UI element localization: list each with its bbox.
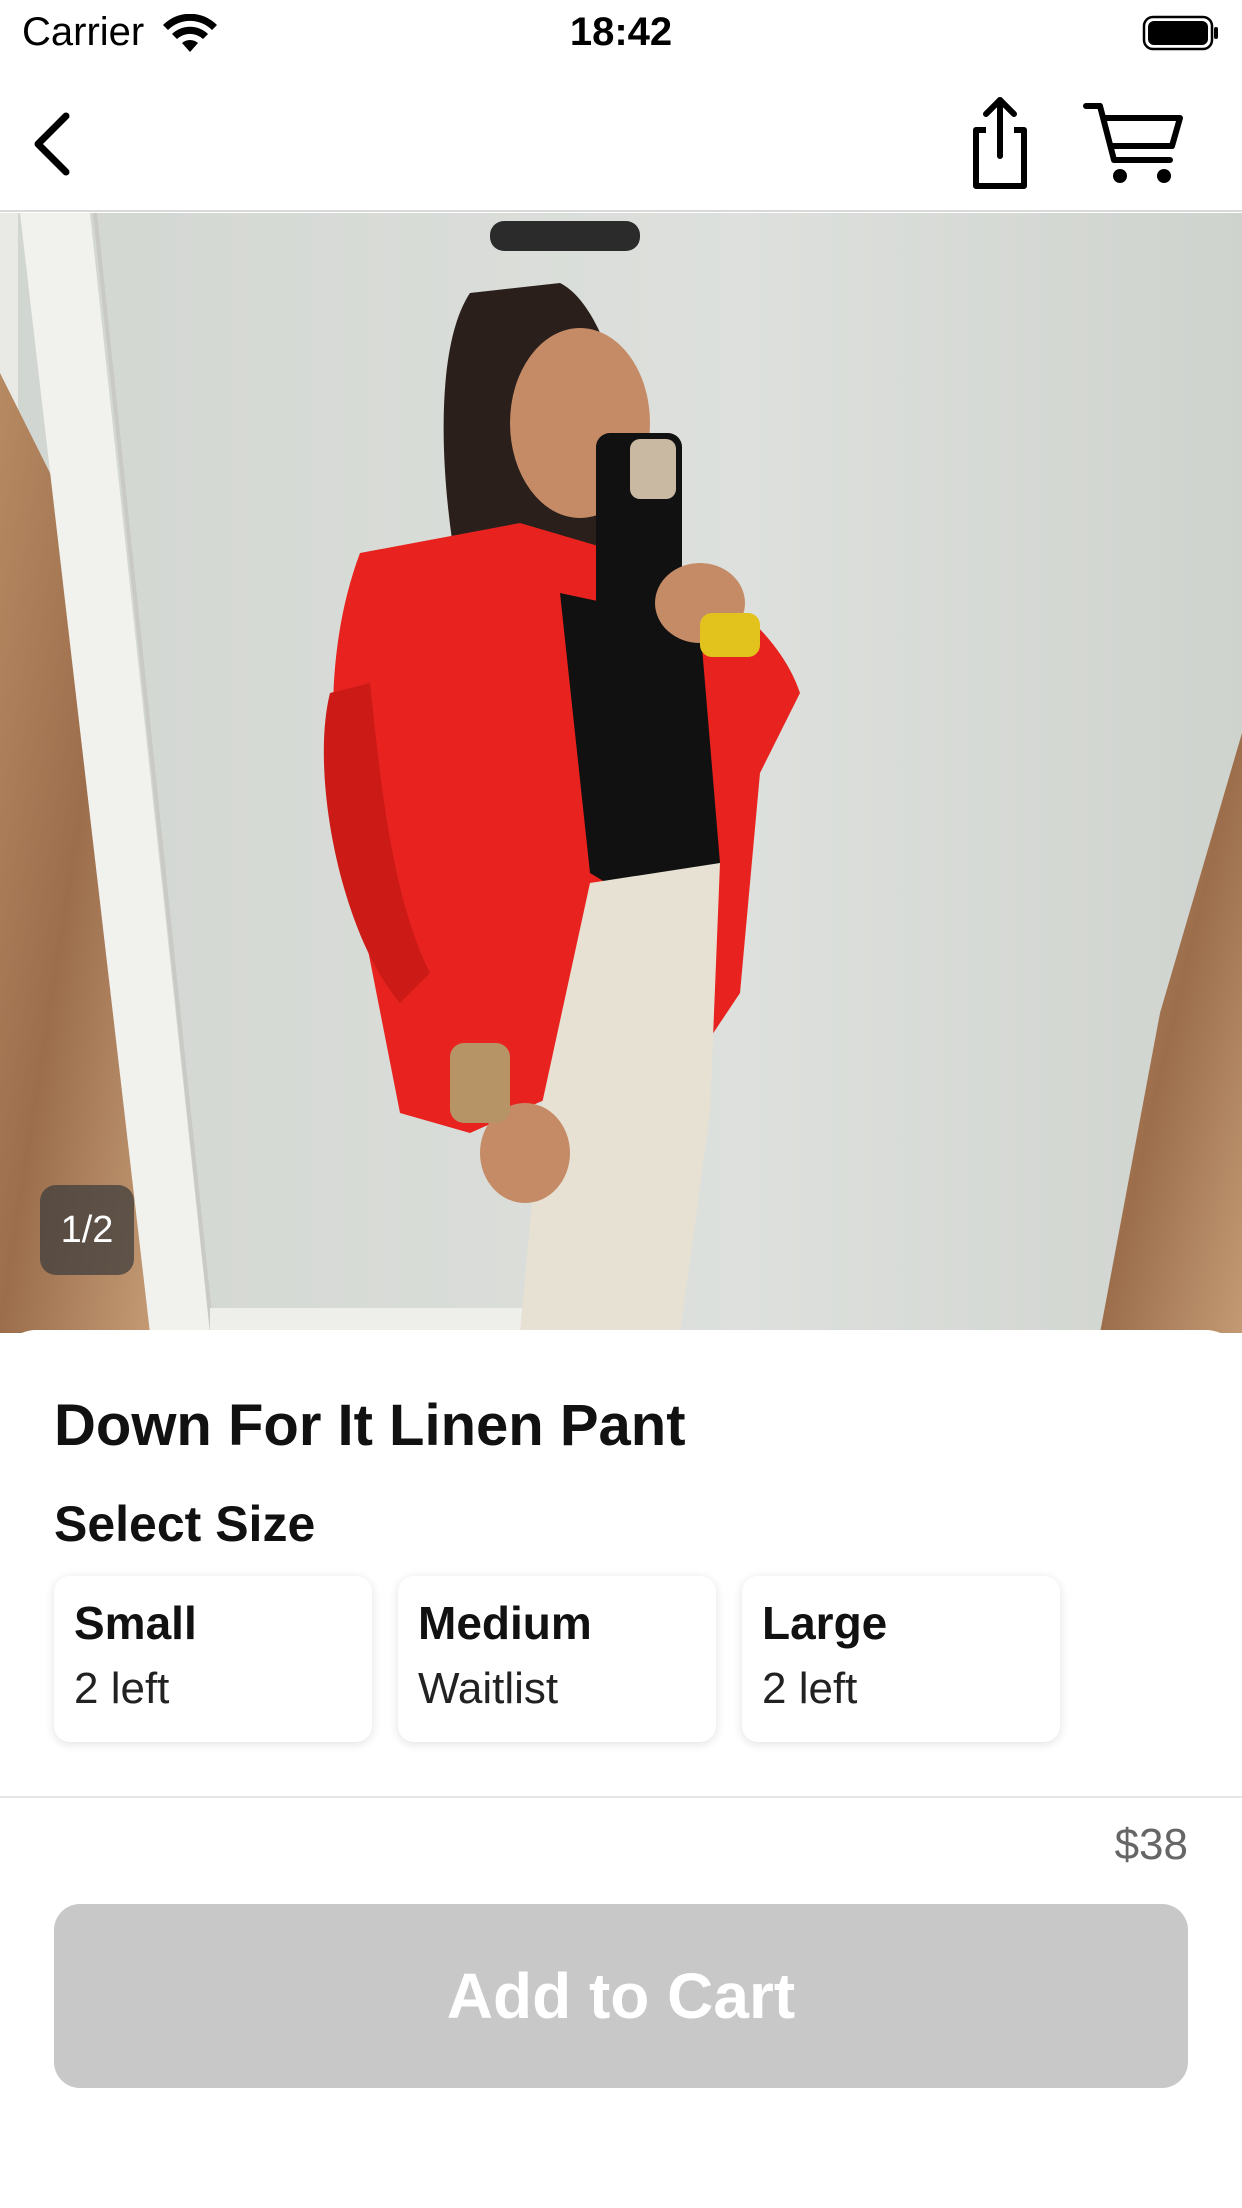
cart-icon[interactable] (1082, 96, 1186, 186)
size-stock: 2 left (74, 1664, 170, 1713)
product-info-sheet: Down For It Linen Pant Select Size Small… (0, 1330, 1242, 2208)
share-icon[interactable] (960, 92, 1040, 192)
size-stock: 2 left (762, 1664, 858, 1713)
nav-bar (0, 66, 1242, 212)
product-photo-illustration (0, 213, 1242, 1333)
back-chevron-icon[interactable] (20, 104, 100, 184)
image-page-counter: 1/2 (40, 1185, 134, 1275)
status-bar: Carrier 18:42 (0, 0, 1242, 66)
footer-divider (0, 1796, 1242, 1798)
product-price: $38 (1114, 1820, 1188, 1869)
product-image[interactable]: 1/2 (0, 213, 1242, 1333)
size-option-large[interactable]: Large 2 left (742, 1576, 1060, 1742)
product-detail-screen: Carrier 18:42 1/2 Down For It Linen Pant… (0, 0, 1242, 2208)
select-size-heading: Select Size (54, 1496, 316, 1552)
product-title: Down For It Linen Pant (54, 1393, 686, 1458)
size-option-medium[interactable]: Medium Waitlist (398, 1576, 716, 1742)
size-name: Large (762, 1597, 888, 1649)
size-name: Small (74, 1597, 197, 1649)
status-time: 18:42 (569, 10, 673, 54)
size-name: Medium (418, 1597, 592, 1649)
size-stock: Waitlist (418, 1664, 559, 1713)
add-to-cart-button[interactable]: Add to Cart (54, 1904, 1188, 2088)
battery-icon (1142, 15, 1218, 51)
size-option-small[interactable]: Small 2 left (54, 1576, 372, 1742)
